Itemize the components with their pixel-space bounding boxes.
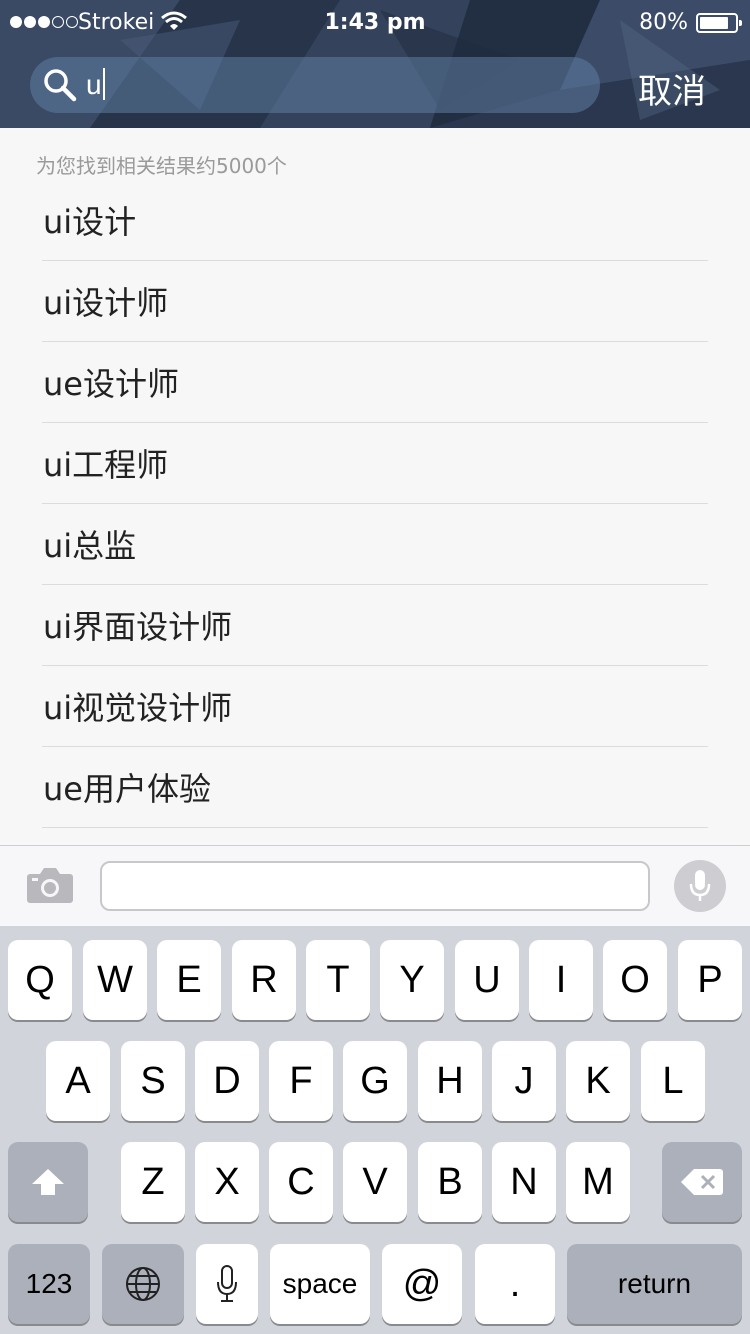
key-i[interactable]: I (529, 940, 593, 1020)
keyboard: Q W E R T Y U I O P A S D F G H J K L Z … (0, 926, 750, 1334)
dictation-key[interactable] (196, 1244, 258, 1324)
key-d[interactable]: D (195, 1041, 259, 1121)
suggestion-item[interactable]: ui工程师 (42, 423, 708, 504)
battery-icon (696, 13, 742, 33)
camera-icon[interactable] (26, 866, 74, 904)
suggestion-item[interactable]: ui视觉设计师 (42, 666, 708, 747)
key-a[interactable]: A (46, 1041, 110, 1121)
key-n[interactable]: N (492, 1142, 556, 1222)
delete-key[interactable] (662, 1142, 742, 1222)
key-h[interactable]: H (418, 1041, 482, 1121)
key-j[interactable]: J (492, 1041, 556, 1121)
cancel-button[interactable]: 取消 (638, 64, 706, 113)
at-key[interactable]: @ (382, 1244, 462, 1324)
shift-icon (32, 1169, 64, 1195)
key-r[interactable]: R (232, 940, 296, 1020)
numbers-key[interactable]: 123 (8, 1244, 90, 1324)
delete-icon (681, 1169, 723, 1195)
key-k[interactable]: K (566, 1041, 630, 1121)
key-z[interactable]: Z (121, 1142, 185, 1222)
status-bar: Strokei 1:43 pm 80% (0, 0, 750, 46)
suggestion-list: ui设计 ui设计师 ue设计师 ui工程师 ui总监 ui界面设计师 ui视觉… (42, 180, 708, 828)
suggestion-item[interactable]: ui总监 (42, 504, 708, 585)
text-caret (102, 68, 105, 100)
key-s[interactable]: S (121, 1041, 185, 1121)
key-q[interactable]: Q (8, 940, 72, 1020)
key-o[interactable]: O (603, 940, 667, 1020)
microphone-icon (217, 1265, 237, 1302)
key-t[interactable]: T (306, 940, 370, 1020)
key-c[interactable]: C (269, 1142, 333, 1222)
suggestion-item[interactable]: ue用户体验 (42, 747, 708, 828)
voice-input-button[interactable] (674, 860, 726, 912)
suggestion-item[interactable]: ui设计 (42, 180, 708, 261)
key-y[interactable]: Y (380, 940, 444, 1020)
search-icon (44, 69, 77, 102)
key-b[interactable]: B (418, 1142, 482, 1222)
search-input[interactable]: u (86, 68, 105, 101)
globe-icon (126, 1267, 160, 1301)
key-m[interactable]: M (566, 1142, 630, 1222)
suggestion-item[interactable]: ue设计师 (42, 342, 708, 423)
key-f[interactable]: F (269, 1041, 333, 1121)
header: Strokei 1:43 pm 80% u 取消 (0, 0, 750, 128)
key-e[interactable]: E (157, 940, 221, 1020)
return-key[interactable]: return (567, 1244, 742, 1324)
key-g[interactable]: G (343, 1041, 407, 1121)
input-accessory-bar (0, 845, 750, 926)
period-key[interactable]: . (475, 1244, 555, 1324)
result-count: 为您找到相关结果约5000个 (36, 154, 287, 178)
key-p[interactable]: P (678, 940, 742, 1020)
key-u[interactable]: U (455, 940, 519, 1020)
key-x[interactable]: X (195, 1142, 259, 1222)
battery-percent: 80% (639, 10, 688, 35)
globe-key[interactable] (102, 1244, 184, 1324)
search-field[interactable]: u (30, 57, 600, 113)
microphone-icon (689, 870, 711, 901)
key-w[interactable]: W (83, 940, 147, 1020)
space-key[interactable]: space (270, 1244, 370, 1324)
shift-key[interactable] (8, 1142, 88, 1222)
suggestion-item[interactable]: ui设计师 (42, 261, 708, 342)
status-time: 1:43 pm (324, 10, 426, 35)
key-v[interactable]: V (343, 1142, 407, 1222)
message-input[interactable] (100, 861, 650, 911)
key-l[interactable]: L (641, 1041, 705, 1121)
suggestion-item[interactable]: ui界面设计师 (42, 585, 708, 666)
search-query: u (86, 69, 102, 100)
